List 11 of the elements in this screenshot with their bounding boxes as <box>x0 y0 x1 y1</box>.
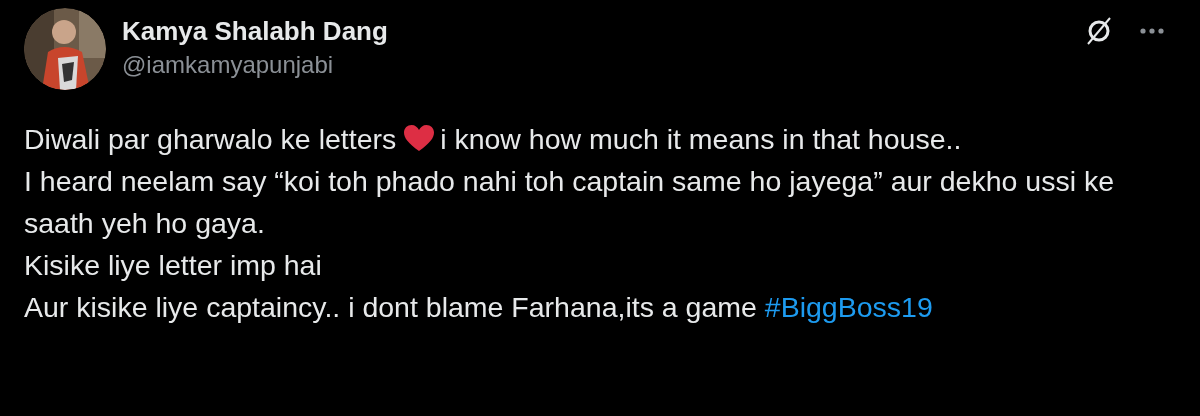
author-handle[interactable]: @iamkamyapunjabi <box>122 49 388 81</box>
grok-icon[interactable] <box>1086 16 1112 46</box>
heart-icon <box>404 125 435 152</box>
tweet-text: Diwali par gharwalo ke letters <box>24 123 397 155</box>
tweet-text: Kisike liye letter imp hai <box>24 249 322 281</box>
author-name[interactable]: Kamya Shalabh Dang <box>122 15 388 47</box>
tweet-text: Aur kisike liye captaincy.. i dont blame Farhana,its a game <box>24 291 757 323</box>
hashtag-link[interactable]: #BiggBoss19 <box>764 291 933 323</box>
tweet-text: i know how much it means in that house.. <box>440 123 962 155</box>
tweet-text: I heard neelam say “koi toh phado nahi toh captain same ho jayega” aur dekho ussi ke saath yeh ho gaya. <box>24 165 1114 239</box>
more-icon[interactable] <box>1140 28 1164 34</box>
